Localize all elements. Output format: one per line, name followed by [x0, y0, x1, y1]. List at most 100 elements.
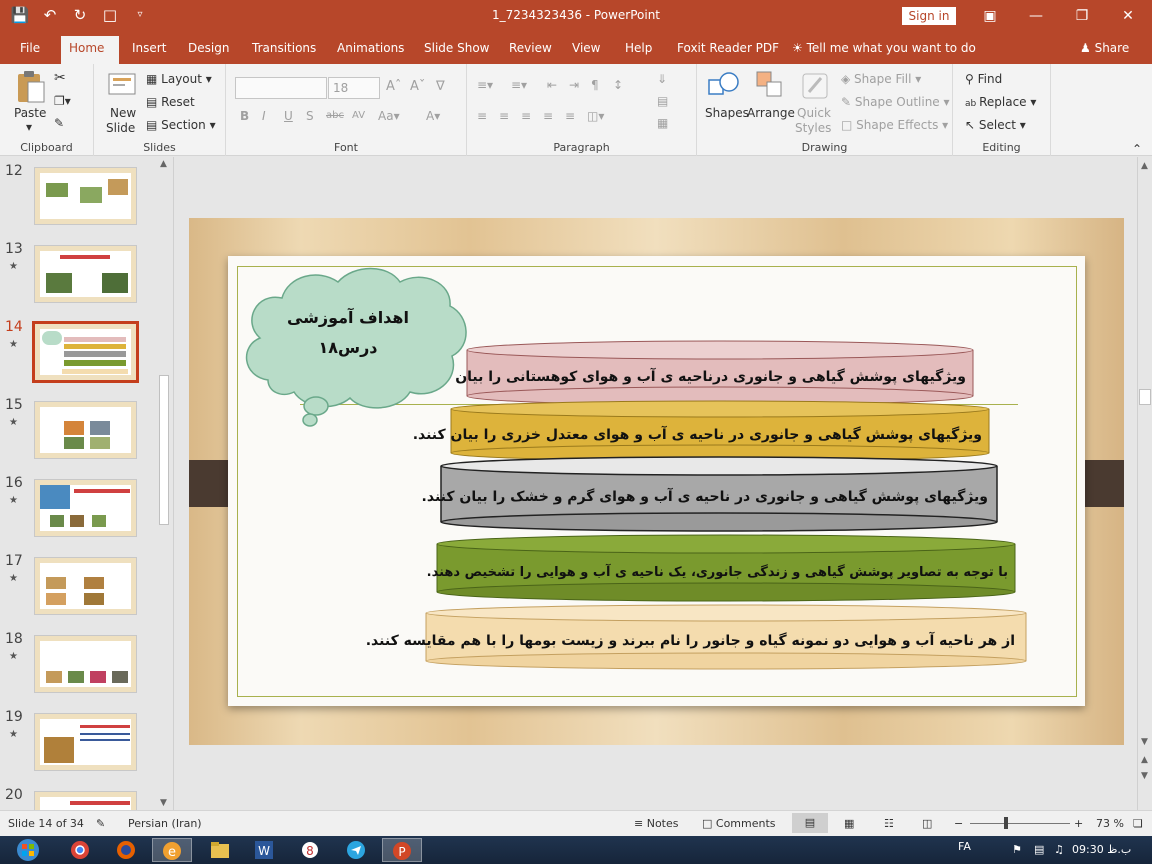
font-family-combo[interactable] — [235, 77, 327, 99]
font-size-combo[interactable]: 18 — [328, 77, 380, 99]
section-button[interactable]: ▤ Section ▾ — [146, 118, 216, 132]
slide-thumbnail-15[interactable] — [34, 401, 137, 459]
slide-thumbnail-20[interactable] — [34, 791, 137, 810]
align-text-icon[interactable]: ▤ — [657, 94, 668, 108]
objective-shape[interactable]: با توجه به تصاویر پوشش گیاهی و زندگی جان… — [427, 534, 1016, 602]
close-icon[interactable]: ✕ — [1105, 4, 1151, 28]
tell-me-search[interactable]: ☀ Tell me what you want to do — [792, 41, 976, 55]
rtl-icon[interactable]: ¶ — [591, 78, 599, 92]
find-button[interactable]: ⚲ Find — [965, 72, 1002, 86]
minimize-icon[interactable]: — — [1013, 4, 1059, 28]
layout-button[interactable]: ▦ Layout ▾ — [146, 72, 212, 86]
volume-icon[interactable]: ♫ — [1054, 843, 1064, 856]
flag-icon[interactable]: ⚑ — [1012, 843, 1022, 856]
slide-thumbnail-14[interactable] — [32, 321, 139, 383]
columns-icon[interactable]: ◫▾ — [587, 109, 604, 123]
collapse-ribbon-icon[interactable]: ⌃ — [1132, 142, 1142, 156]
copy-icon[interactable]: ❐▾ — [54, 94, 71, 108]
title-cloud[interactable]: اهداف آموزشی درس۱۸ — [238, 262, 470, 430]
zoom-slider-thumb[interactable] — [1004, 817, 1008, 829]
strikethrough-icon[interactable]: abc — [326, 110, 344, 121]
normal-view-button[interactable]: ▤ — [792, 813, 828, 833]
spell-check-icon[interactable]: ✎ — [96, 817, 105, 830]
shape-outline-button[interactable]: ✎ Shape Outline ▾ — [841, 95, 950, 109]
objective-shape[interactable]: ویژگیهای پوشش گیاهی و جانوری در ناحیه ی … — [413, 400, 990, 462]
slide-thumbnail-18[interactable] — [34, 635, 137, 693]
select-button[interactable]: ↖ Select ▾ — [965, 118, 1026, 132]
zoom-in-icon[interactable]: + — [1074, 817, 1083, 830]
file-explorer-icon[interactable] — [200, 838, 240, 862]
undo-icon[interactable]: ↶ — [40, 5, 60, 25]
telegram-icon[interactable] — [336, 838, 376, 862]
smartart-icon[interactable]: ▦ — [657, 116, 668, 130]
chrome-icon[interactable] — [60, 838, 100, 862]
new-slide-icon[interactable] — [106, 70, 138, 102]
align-left-icon[interactable]: ≡ — [477, 109, 487, 123]
quick-styles-label-2[interactable]: Styles — [795, 121, 831, 135]
text-direction-icon[interactable]: ⇓ — [657, 72, 667, 86]
slide-thumbnail-19[interactable] — [34, 713, 137, 771]
input-language[interactable]: FA — [958, 840, 971, 853]
new-slide-label-2[interactable]: Slide — [106, 121, 135, 135]
clear-formatting-icon[interactable]: ∇ — [436, 79, 445, 94]
bold-icon[interactable]: B — [240, 109, 249, 123]
firefox-icon[interactable] — [106, 838, 146, 862]
slide-scrollbar[interactable]: ▲ ▼ ▲ ▼ — [1137, 157, 1152, 810]
powerpoint-icon[interactable]: P — [382, 838, 422, 862]
save-icon[interactable]: 💾 — [10, 5, 30, 25]
tab-file[interactable]: File — [12, 38, 48, 64]
shapes-icon[interactable] — [707, 70, 739, 102]
reset-button[interactable]: ▤ Reset — [146, 95, 195, 109]
italic-icon[interactable]: I — [262, 109, 266, 123]
numbering-icon[interactable]: ≡▾ — [511, 78, 527, 92]
increase-indent-icon[interactable]: ⇥ — [569, 78, 579, 92]
redo-icon[interactable]: ↻ — [70, 5, 90, 25]
underline-icon[interactable]: U — [284, 109, 293, 123]
line-spacing-icon[interactable]: ↕ — [613, 78, 623, 92]
zoom-out-icon[interactable]: − — [954, 817, 963, 830]
tab-review[interactable]: Review — [501, 38, 560, 64]
notes-button[interactable]: ≡ Notes — [634, 817, 679, 830]
paste-button[interactable]: Paste — [14, 106, 46, 120]
restore-icon[interactable]: ❐ — [1059, 4, 1105, 28]
objective-shape[interactable]: از هر ناحیه آب و هوایی دو نمونه گیاه و ج… — [366, 604, 1027, 670]
shape-fill-button[interactable]: ◈ Shape Fill ▾ — [841, 72, 921, 86]
zoom-level[interactable]: 73 % — [1096, 817, 1124, 830]
tab-view[interactable]: View — [564, 38, 608, 64]
slide-sorter-icon[interactable]: ▦ — [844, 817, 854, 830]
replace-button[interactable]: ab Replace ▾ — [965, 95, 1036, 109]
network-icon[interactable]: ▤ — [1034, 843, 1044, 856]
language-indicator[interactable]: Persian (Iran) — [128, 817, 202, 830]
change-case-icon[interactable]: Aa▾ — [378, 109, 400, 123]
shrink-font-icon[interactable]: Aˇ — [410, 79, 425, 94]
comments-button[interactable]: □ Comments — [702, 817, 776, 830]
slideshow-view-icon[interactable]: ◫ — [922, 817, 932, 830]
ribbon-display-options-icon[interactable]: ▣ — [967, 4, 1013, 28]
quick-styles-label-1[interactable]: Quick — [797, 106, 831, 120]
paste-icon[interactable] — [14, 70, 46, 103]
arrange-button[interactable]: Arrange — [747, 106, 795, 120]
slide-thumbnail-17[interactable] — [34, 557, 137, 615]
edge-icon[interactable]: e — [152, 838, 192, 862]
character-spacing-icon[interactable]: AV — [352, 110, 365, 121]
start-button-icon[interactable] — [8, 838, 48, 862]
tab-help[interactable]: Help — [617, 38, 660, 64]
shape-effects-button[interactable]: □ Shape Effects ▾ — [841, 118, 948, 132]
word-icon[interactable]: W — [244, 838, 284, 862]
grow-font-icon[interactable]: Aˆ — [386, 79, 401, 94]
tab-home[interactable]: Home — [61, 36, 119, 64]
tab-slide-show[interactable]: Slide Show — [416, 38, 497, 64]
share-button[interactable]: ♟ Share — [1080, 41, 1129, 55]
customize-qat-icon[interactable]: ▿ — [130, 5, 150, 25]
arrange-icon[interactable] — [755, 70, 787, 102]
reading-view-icon[interactable]: ☷ — [884, 817, 894, 830]
quick-styles-icon[interactable] — [801, 70, 833, 102]
distributed-icon[interactable]: ≡ — [565, 109, 575, 123]
slide-thumbnail-12[interactable] — [34, 167, 137, 225]
tab-transitions[interactable]: Transitions — [244, 38, 324, 64]
zoom-slider[interactable] — [970, 823, 1070, 824]
cut-icon[interactable]: ✂ — [54, 70, 66, 86]
decrease-indent-icon[interactable]: ⇤ — [547, 78, 557, 92]
tab-design[interactable]: Design — [180, 38, 237, 64]
justify-icon[interactable]: ≡ — [543, 109, 553, 123]
